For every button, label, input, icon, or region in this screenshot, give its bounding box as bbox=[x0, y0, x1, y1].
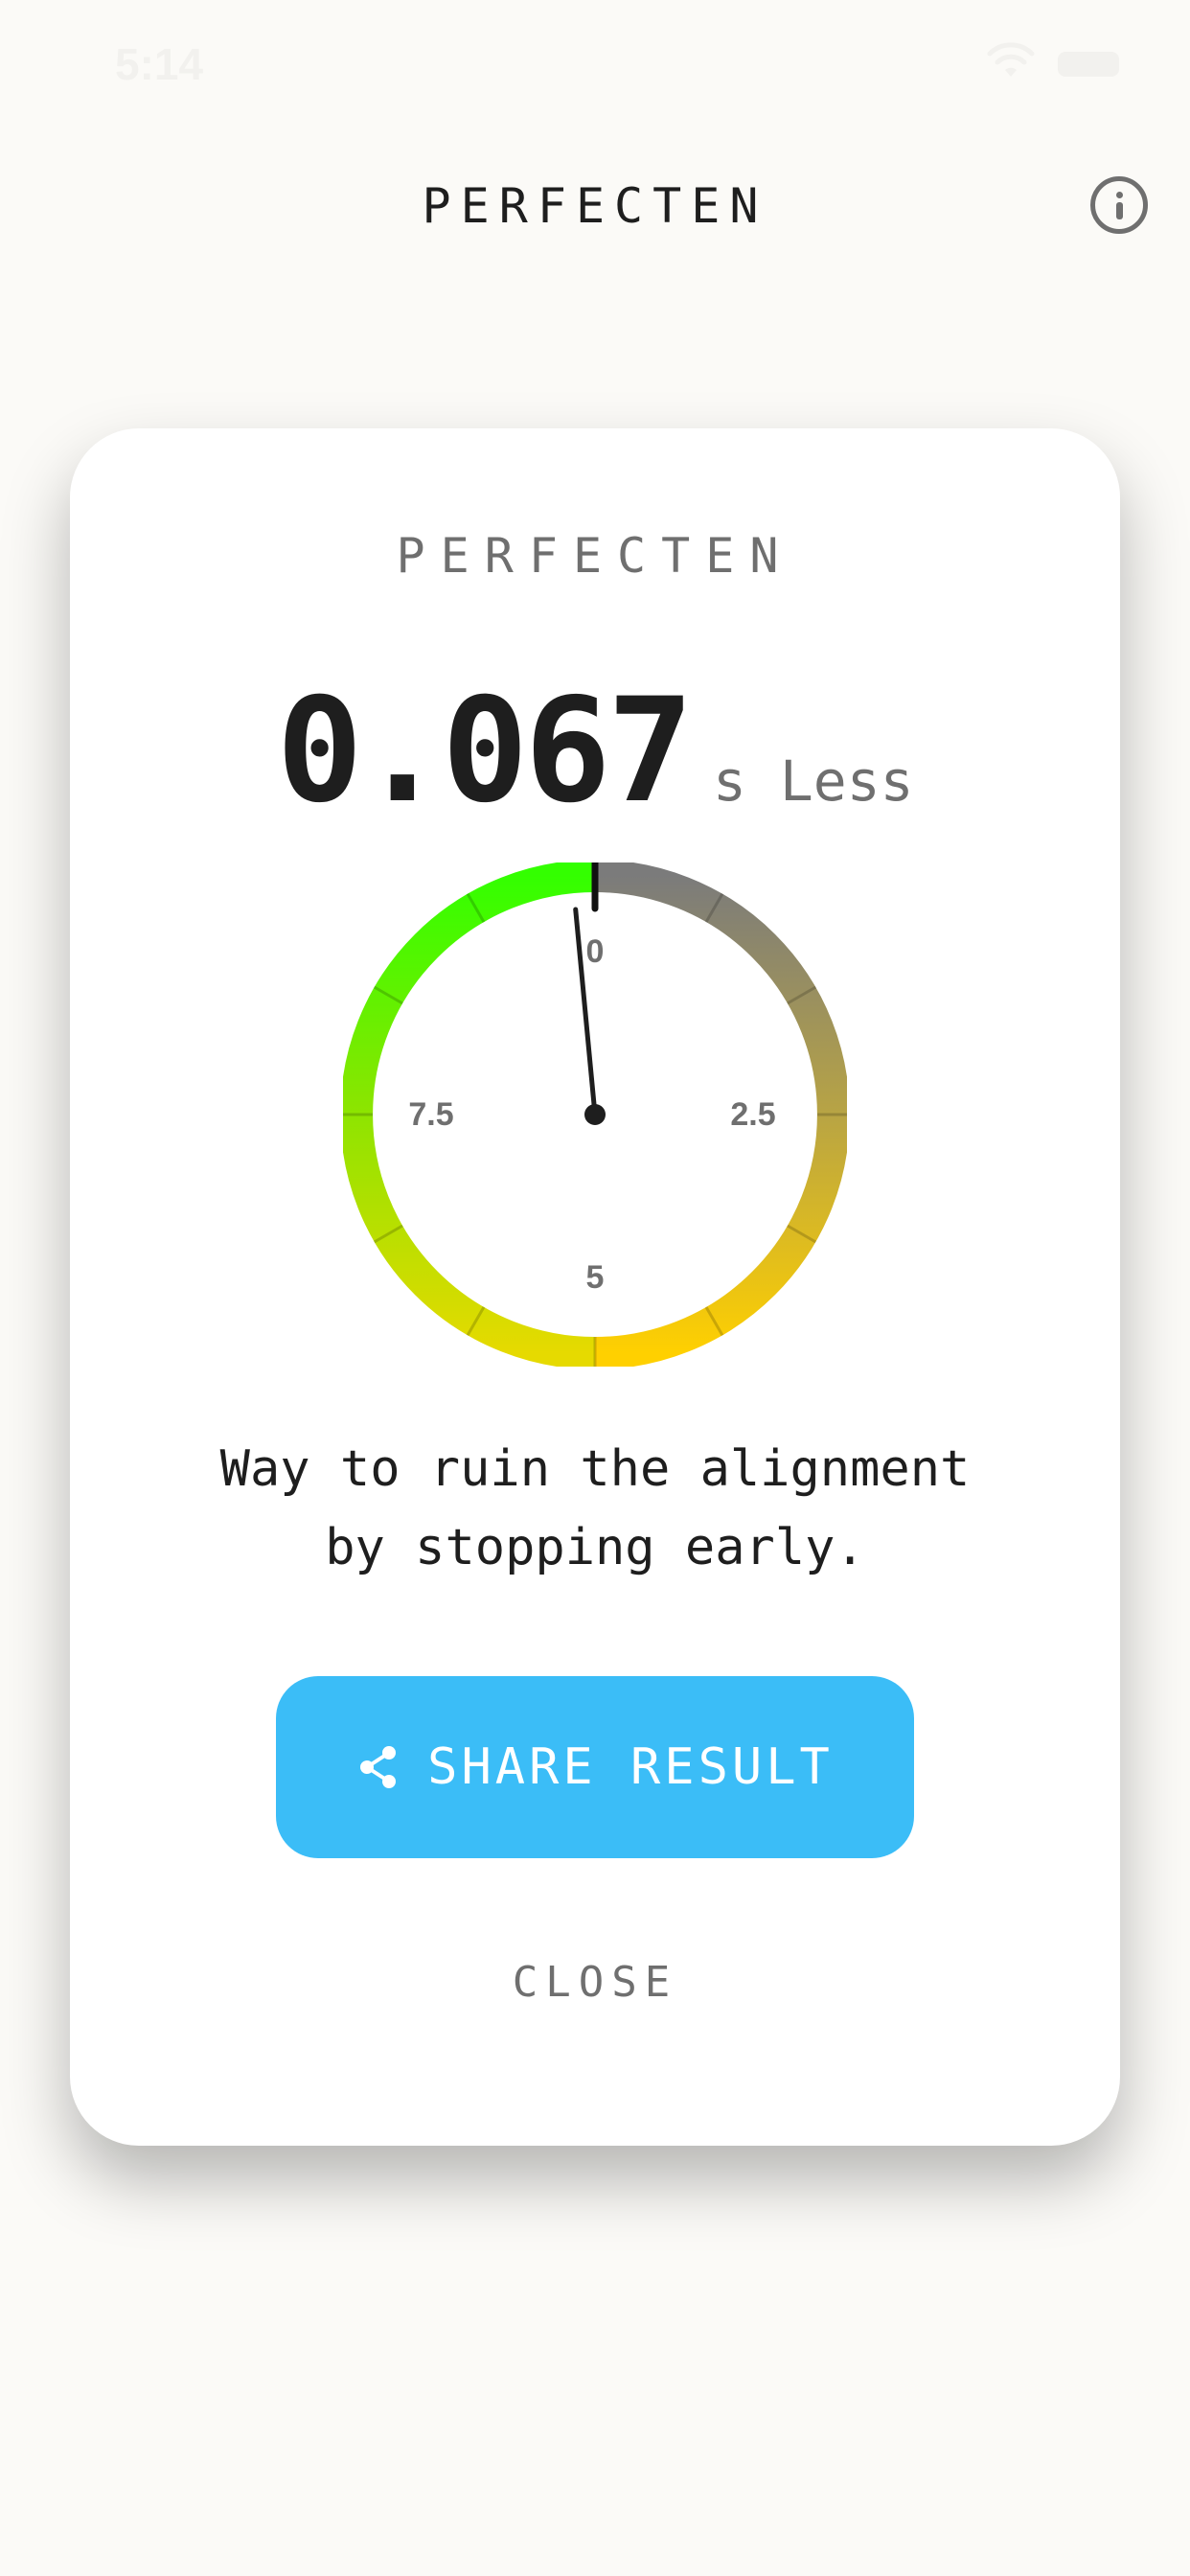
result-row: 0.067 s Less bbox=[70, 668, 1120, 835]
gauge-label-7-5: 7.5 bbox=[408, 1096, 453, 1133]
share-result-button[interactable]: SHARE RESULT bbox=[276, 1676, 914, 1858]
card-title: PERFECTEN bbox=[396, 528, 794, 584]
gauge-label-0: 0 bbox=[586, 933, 605, 970]
gauge-label-5: 5 bbox=[586, 1259, 605, 1296]
gauge-hub bbox=[584, 1104, 606, 1125]
status-bar: 5:14 bbox=[0, 0, 1190, 125]
message-line-2: by stopping early. bbox=[325, 1519, 865, 1576]
wifi-icon bbox=[987, 42, 1035, 77]
info-icon[interactable] bbox=[1090, 176, 1148, 234]
gauge-label-2-5: 2.5 bbox=[730, 1096, 775, 1133]
share-button-label: SHARE RESULT bbox=[427, 1738, 834, 1796]
message-line-1: Way to ruin the alignment bbox=[219, 1440, 971, 1498]
close-button[interactable]: CLOSE bbox=[403, 1944, 787, 2021]
header: PERFECTEN bbox=[0, 163, 1190, 249]
battery-icon bbox=[1058, 52, 1119, 77]
result-card: PERFECTEN 0.067 s Less 0 2.5 5 7.5 Way t… bbox=[70, 428, 1120, 2146]
result-unit: s Less bbox=[713, 748, 914, 814]
result-message: Way to ruin the alignment by stopping ea… bbox=[127, 1430, 1063, 1587]
status-time: 5:14 bbox=[115, 39, 204, 89]
gauge-ring-left bbox=[343, 862, 596, 1367]
result-value: 0.067 bbox=[276, 668, 694, 835]
gauge-ring-right bbox=[594, 862, 847, 1367]
gauge-dial: 0 2.5 5 7.5 bbox=[343, 862, 847, 1367]
share-icon bbox=[360, 1746, 397, 1788]
app-title: PERFECTEN bbox=[422, 178, 768, 234]
